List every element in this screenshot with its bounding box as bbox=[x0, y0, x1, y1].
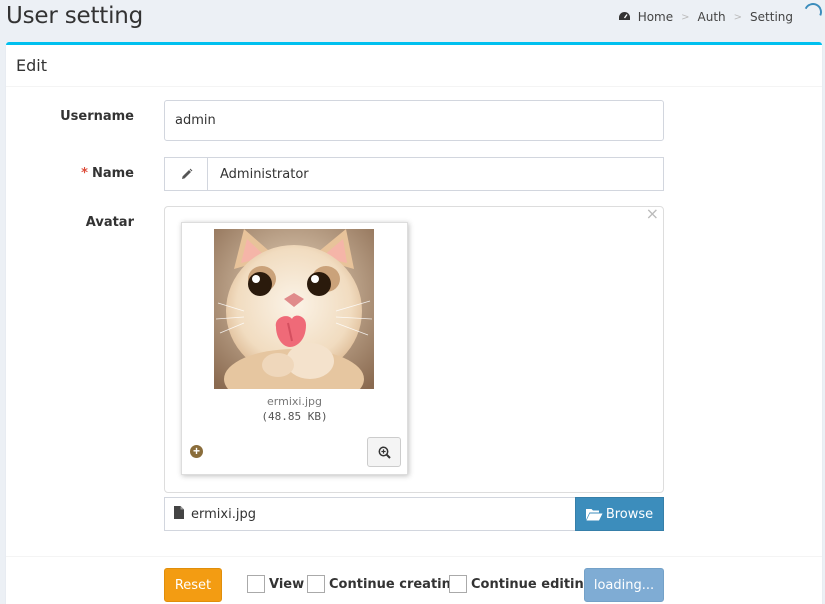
page-header: User setting Home > Auth > Setting bbox=[0, 0, 825, 42]
breadcrumb: Home > Auth > Setting bbox=[618, 10, 793, 24]
continue-creating-label: Continue creating bbox=[329, 576, 461, 592]
username-label: Username bbox=[6, 109, 134, 124]
breadcrumb-setting: Setting bbox=[750, 10, 793, 24]
breadcrumb-separator: > bbox=[681, 11, 690, 23]
browse-label: Browse bbox=[605, 506, 654, 522]
box-header: Edit bbox=[6, 45, 822, 87]
name-field[interactable]: Administrator bbox=[164, 157, 664, 191]
folder-open-icon bbox=[585, 508, 603, 520]
reset-button[interactable]: Reset bbox=[164, 568, 222, 602]
zoom-button[interactable] bbox=[367, 437, 401, 467]
username-value: admin bbox=[175, 113, 216, 128]
avatar-thumbnail: ermixi.jpg (48.85 KB) + bbox=[181, 222, 408, 475]
username-input[interactable]: admin bbox=[164, 100, 664, 141]
continue-editing-label: Continue editing bbox=[471, 576, 594, 592]
name-label-text: Name bbox=[91, 166, 134, 181]
name-label: * Name bbox=[6, 166, 134, 181]
avatar-label-text: Avatar bbox=[85, 215, 134, 230]
edit-box: Edit Username admin * Name Administrator … bbox=[6, 42, 822, 604]
checkbox[interactable] bbox=[247, 575, 265, 593]
box-footer: Reset View Continue creating Continue ed… bbox=[6, 556, 822, 604]
avatar-image bbox=[214, 229, 374, 389]
username-label-text: Username bbox=[60, 109, 134, 124]
breadcrumb-auth[interactable]: Auth bbox=[698, 10, 726, 24]
view-checkbox[interactable]: View bbox=[247, 575, 304, 593]
box-title: Edit bbox=[16, 56, 47, 75]
file-icon bbox=[174, 505, 184, 523]
breadcrumb-separator: > bbox=[733, 11, 743, 23]
dashboard-icon bbox=[618, 11, 631, 23]
required-marker: * bbox=[81, 166, 88, 181]
avatar-filename: ermixi.jpg bbox=[267, 395, 322, 408]
loading-spinner-icon bbox=[801, 0, 825, 24]
plus-circle-icon[interactable]: + bbox=[190, 445, 203, 458]
checkbox[interactable] bbox=[307, 575, 325, 593]
continue-editing-checkbox[interactable]: Continue editing bbox=[449, 575, 593, 593]
view-checkbox-label: View bbox=[269, 576, 305, 592]
browse-button[interactable]: Browse bbox=[575, 497, 664, 531]
continue-creating-checkbox[interactable]: Continue creating bbox=[307, 575, 460, 593]
name-value: Administrator bbox=[220, 166, 309, 182]
avatar-preview-zone: × ermixi.jpg (48.85 KB) + bbox=[164, 204, 664, 493]
avatar-file-field[interactable]: ermixi.jpg bbox=[164, 497, 576, 531]
avatar-label: Avatar bbox=[6, 215, 134, 230]
close-icon[interactable]: × bbox=[646, 204, 659, 223]
avatar-filesize: (48.85 KB) bbox=[261, 410, 328, 423]
page-title: User setting bbox=[6, 3, 144, 29]
breadcrumb-home[interactable]: Home bbox=[638, 10, 673, 24]
zoom-in-icon bbox=[378, 446, 391, 459]
pencil-icon bbox=[165, 158, 208, 190]
submit-button[interactable]: loading... bbox=[584, 568, 664, 602]
checkbox[interactable] bbox=[449, 575, 467, 593]
file-field-value: ermixi.jpg bbox=[191, 506, 256, 522]
